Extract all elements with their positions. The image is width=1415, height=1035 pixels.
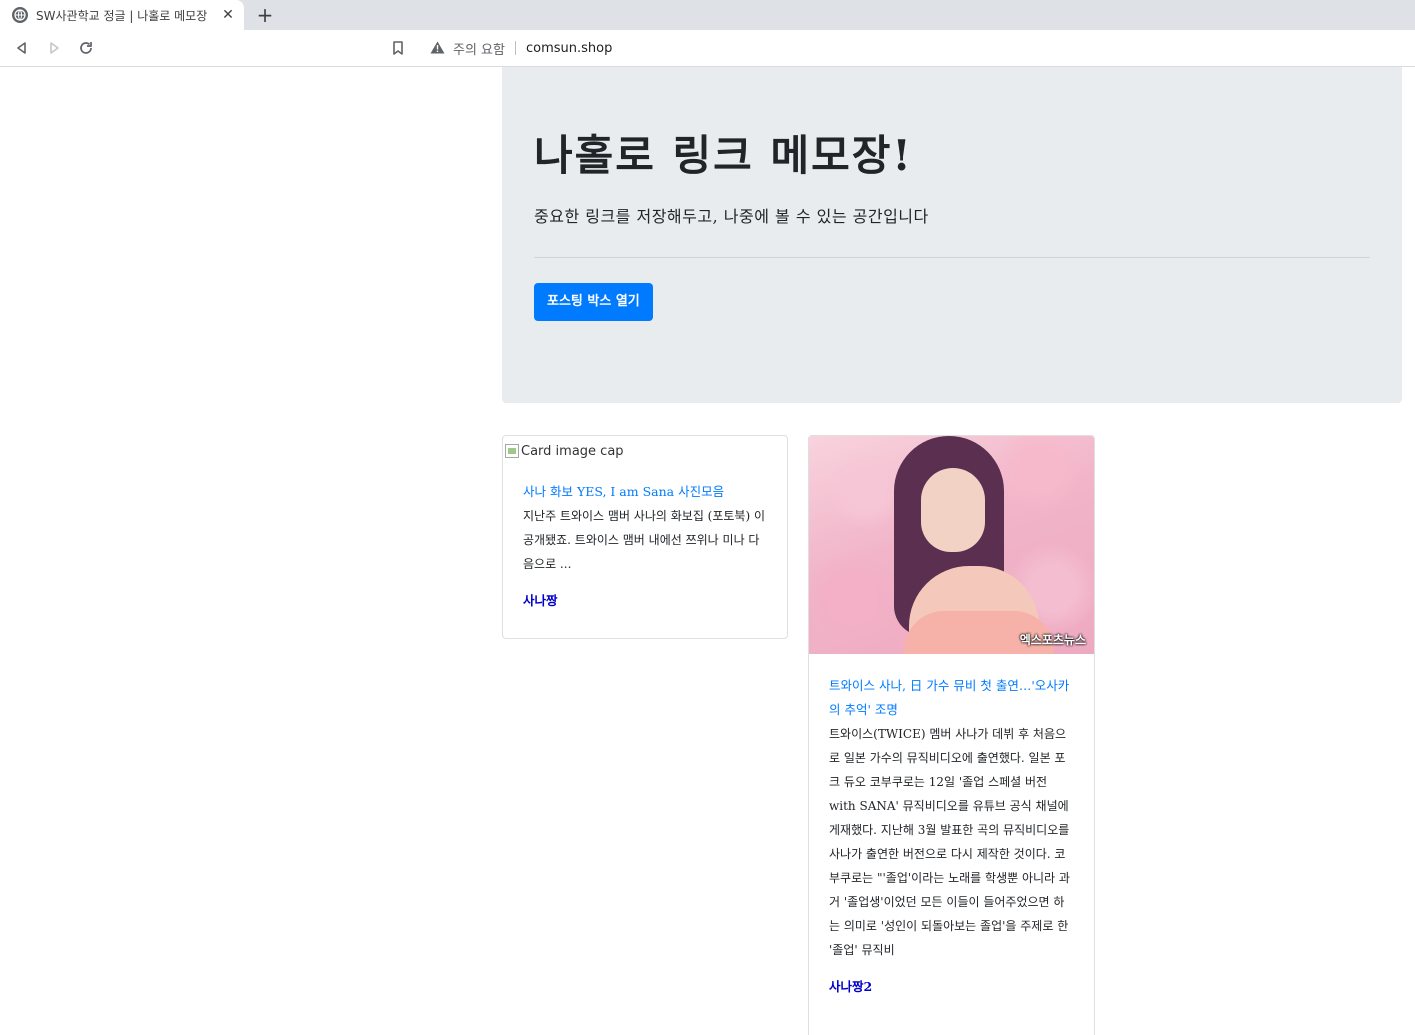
card-image: Card image cap (503, 436, 787, 466)
card-image-alt: Card image cap (521, 443, 624, 459)
close-tab-icon[interactable]: ✕ (220, 7, 236, 23)
url-text[interactable]: comsun.shop (526, 41, 612, 56)
card-image: 엑스포츠뉴스 (809, 436, 1094, 654)
forward-icon[interactable] (44, 38, 64, 58)
open-posting-box-button[interactable]: 포스팅 박스 열기 (534, 283, 653, 322)
address-divider (514, 41, 516, 55)
card-title-link[interactable]: 트와이스 사나, 日 가수 뮤비 첫 출연…'오사카의 추억' 조명 (829, 674, 1074, 722)
page-viewport: 나홀로 링크 메모장! 중요한 링크를 저장해두고, 나중에 볼 수 있는 공간… (0, 67, 1415, 1035)
browser-tab[interactable]: SW사관학교 정글 | 나홀로 메모장 ✕ (0, 0, 244, 30)
browser-toolbar: 주의 요함 comsun.shop (0, 30, 1415, 67)
address-bar[interactable]: 주의 요함 comsun.shop (420, 33, 1415, 63)
tab-strip: SW사관학교 정글 | 나홀로 메모장 ✕ + (0, 0, 1415, 30)
new-tab-button[interactable]: + (254, 4, 276, 26)
card-text: 트와이스(TWICE) 멤버 사나가 데뷔 후 처음으로 일본 가수의 뮤직비디… (829, 727, 1070, 957)
broken-image-icon (505, 444, 519, 458)
reload-icon[interactable] (76, 38, 96, 58)
card-comment: 사나짱 (523, 593, 558, 608)
bookmark-icon[interactable] (388, 38, 408, 58)
card-comment: 사나짱2 (829, 979, 873, 994)
jumbotron: 나홀로 링크 메모장! 중요한 링크를 저장해두고, 나중에 볼 수 있는 공간… (502, 67, 1402, 403)
globe-icon (12, 7, 28, 23)
page-title: 나홀로 링크 메모장! (534, 131, 913, 180)
image-watermark: 엑스포츠뉴스 (1019, 633, 1086, 647)
card-body: 트와이스 사나, 日 가수 뮤비 첫 출연…'오사카의 추억' 조명 트와이스(… (809, 654, 1094, 995)
page-subtitle: 중요한 링크를 저장해두고, 나중에 볼 수 있는 공간입니다 (534, 207, 929, 227)
card-body: 사나 화보 YES, I am Sana 사진모음 지난주 트와이스 맴버 사나… (503, 466, 787, 609)
card: 엑스포츠뉴스 트와이스 사나, 日 가수 뮤비 첫 출연…'오사카의 추억' 조… (808, 435, 1095, 1035)
card: Card image cap 사나 화보 YES, I am Sana 사진모음… (502, 435, 788, 639)
photo-face (921, 468, 985, 552)
card-text: 지난주 트와이스 맴버 사나의 화보집 (포토북) 이 공개됐죠. 트와이스 맴… (523, 509, 766, 571)
warning-icon[interactable] (430, 39, 445, 58)
card-title-link[interactable]: 사나 화보 YES, I am Sana 사진모음 (523, 480, 767, 504)
back-icon[interactable] (12, 38, 32, 58)
divider (534, 257, 1370, 259)
tab-title: SW사관학교 정글 | 나홀로 메모장 (36, 8, 208, 23)
security-status[interactable]: 주의 요함 (453, 39, 505, 58)
